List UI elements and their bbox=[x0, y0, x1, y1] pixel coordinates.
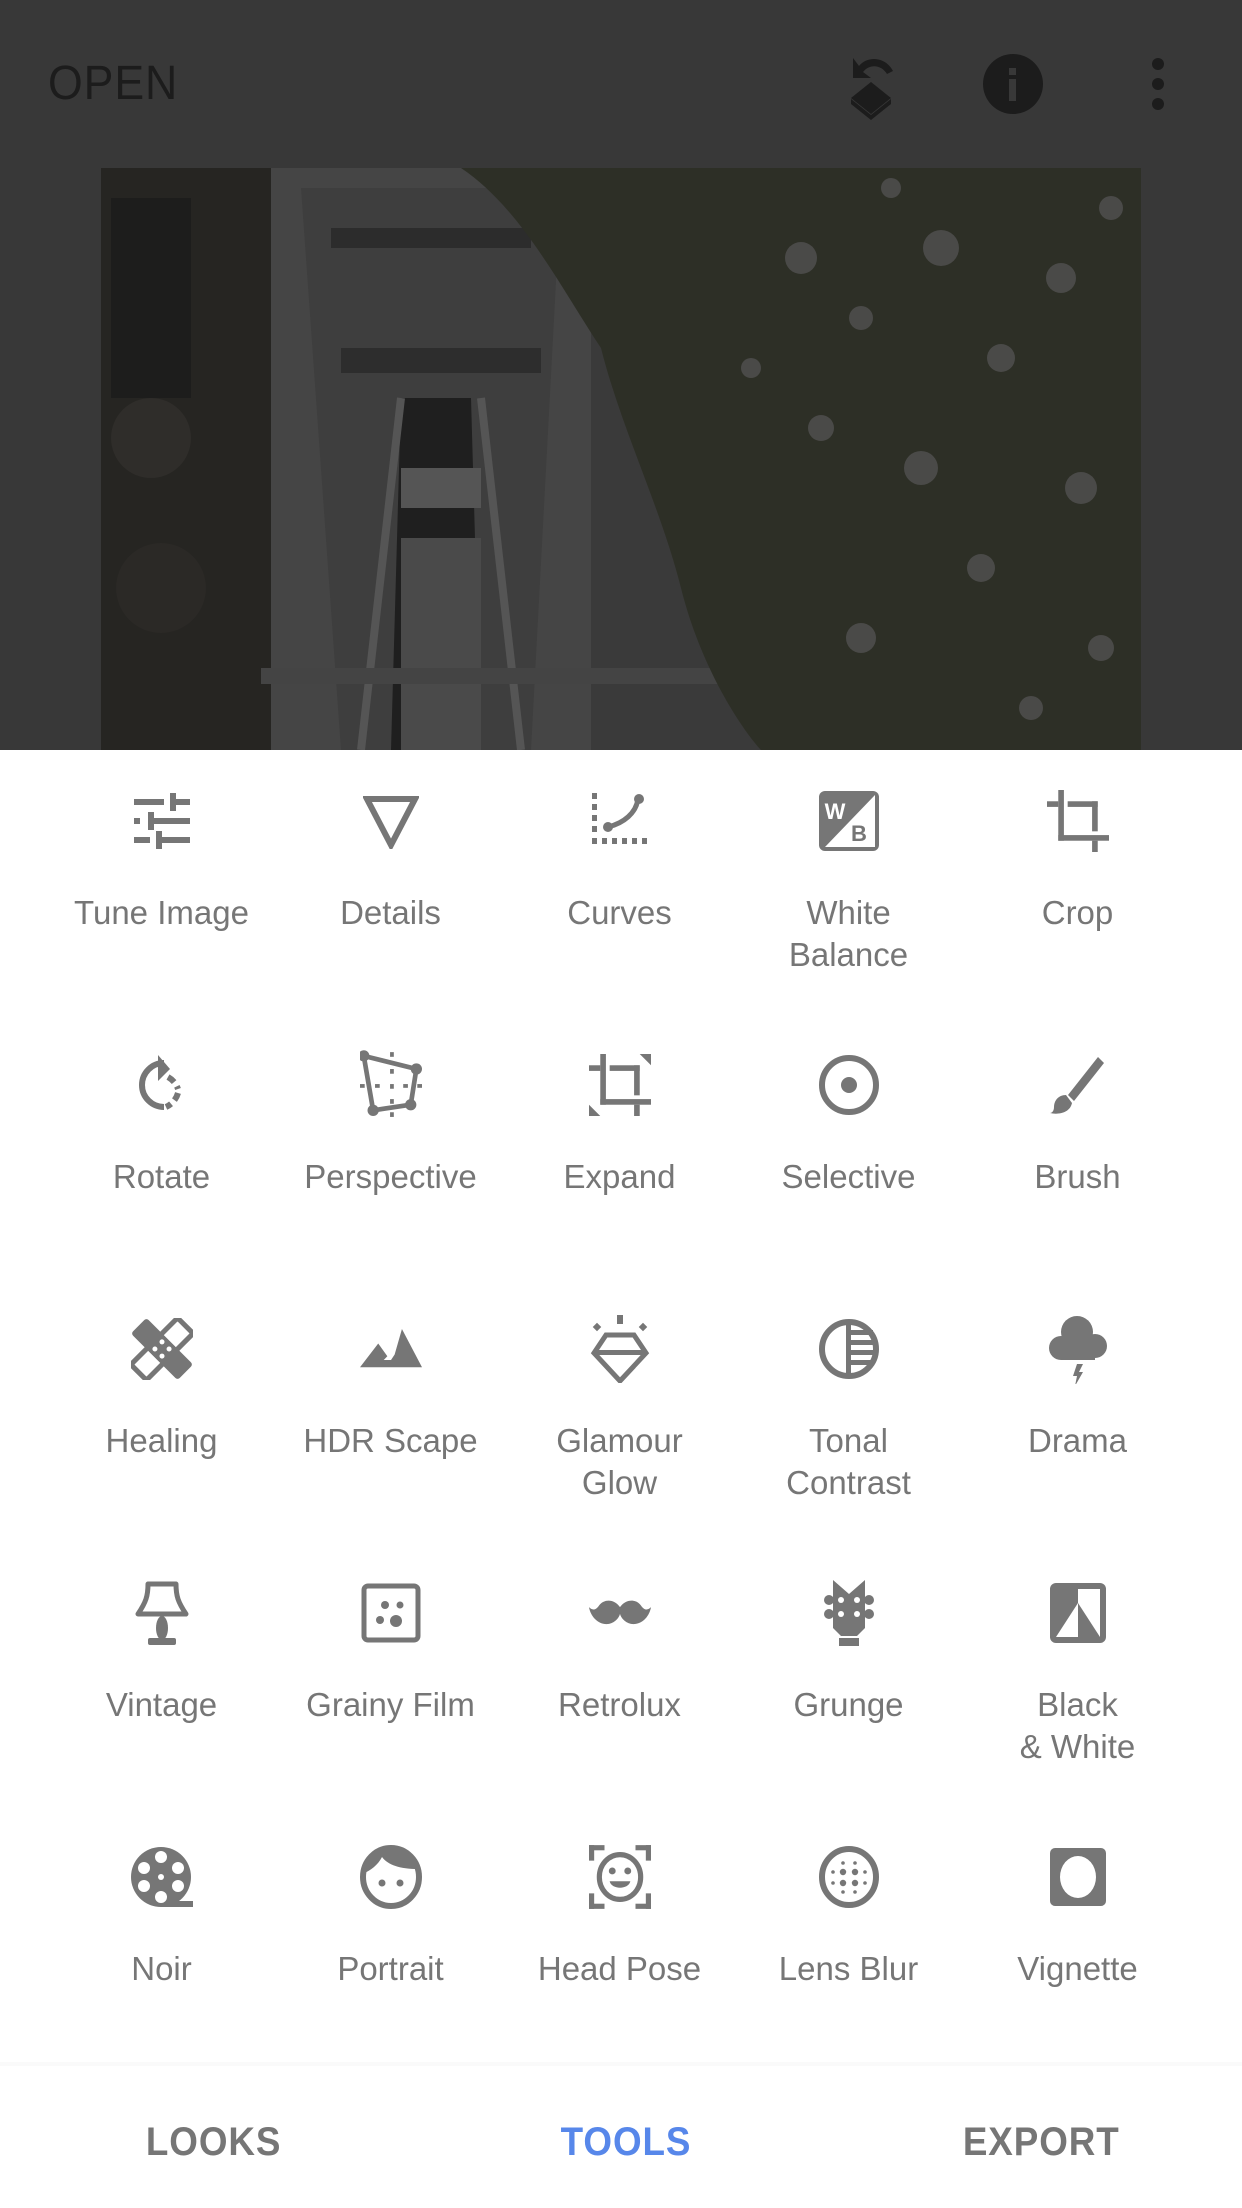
tool-label: Vintage bbox=[105, 1686, 218, 1723]
tool-label: Crop bbox=[1041, 894, 1114, 931]
tool-expand[interactable]: Expand bbox=[505, 1014, 734, 1278]
tool-details[interactable]: Details bbox=[276, 750, 505, 1014]
grunge-icon bbox=[818, 1578, 880, 1648]
top-bar: OPEN bbox=[0, 0, 1242, 168]
tool-label: Retrolux bbox=[558, 1686, 681, 1723]
tonal-contrast-icon bbox=[818, 1314, 880, 1384]
tool-crop[interactable]: Crop bbox=[963, 750, 1192, 1014]
tool-label: White Balance bbox=[788, 894, 909, 973]
svg-text:W: W bbox=[825, 799, 846, 824]
more-options-icon[interactable] bbox=[1122, 48, 1194, 120]
tool-black-white[interactable]: Black & White bbox=[963, 1542, 1192, 1806]
tool-label: Noir bbox=[131, 1950, 192, 1987]
tool-label: Rotate bbox=[112, 1158, 211, 1195]
expand-icon bbox=[589, 1050, 651, 1120]
tool-label: Lens Blur bbox=[778, 1950, 919, 1987]
photo-preview bbox=[101, 168, 1141, 750]
tool-noir[interactable]: Noir bbox=[47, 1806, 276, 2070]
tool-white-balance[interactable]: W B White Balance bbox=[734, 750, 963, 1014]
tool-label: Head Pose bbox=[537, 1950, 702, 1987]
brush-icon bbox=[1047, 1050, 1109, 1120]
vignette-icon bbox=[1047, 1842, 1109, 1912]
tool-label: Black & White bbox=[1019, 1686, 1136, 1765]
curves-icon bbox=[589, 786, 651, 856]
tool-label: Healing bbox=[105, 1422, 218, 1459]
selective-icon bbox=[818, 1050, 880, 1120]
tab-tools[interactable]: TOOLS bbox=[561, 2120, 692, 2165]
tools-panel: Tune Image Details Curves W B White Bala… bbox=[0, 750, 1242, 2062]
tool-label: Tune Image bbox=[74, 894, 249, 931]
rotate-icon bbox=[131, 1050, 193, 1120]
retrolux-icon bbox=[589, 1578, 651, 1648]
healing-icon bbox=[131, 1314, 193, 1384]
white-balance-icon: W B bbox=[818, 786, 880, 856]
undo-stack-icon[interactable] bbox=[835, 48, 907, 120]
info-icon[interactable] bbox=[977, 48, 1049, 120]
tool-vignette[interactable]: Vignette bbox=[963, 1806, 1192, 2070]
tool-label: Selective bbox=[781, 1158, 916, 1195]
tool-curves[interactable]: Curves bbox=[505, 750, 734, 1014]
tool-healing[interactable]: Healing bbox=[47, 1278, 276, 1542]
crop-icon bbox=[1047, 786, 1109, 856]
tool-selective[interactable]: Selective bbox=[734, 1014, 963, 1278]
tool-retrolux[interactable]: Retrolux bbox=[505, 1542, 734, 1806]
tool-label: Vignette bbox=[1017, 1950, 1138, 1987]
tool-label: HDR Scape bbox=[303, 1422, 478, 1459]
vintage-icon bbox=[131, 1578, 193, 1648]
grainy-film-icon bbox=[360, 1578, 422, 1648]
tool-grainy-film[interactable]: Grainy Film bbox=[276, 1542, 505, 1806]
tool-lens-blur[interactable]: Lens Blur bbox=[734, 1806, 963, 2070]
drama-icon bbox=[1047, 1314, 1109, 1384]
bottom-navigation: LOOKS TOOLS EXPORT bbox=[0, 2062, 1242, 2208]
tool-perspective[interactable]: Perspective bbox=[276, 1014, 505, 1278]
tool-rotate[interactable]: Rotate bbox=[47, 1014, 276, 1278]
photo-image bbox=[101, 168, 1141, 750]
lens-blur-icon bbox=[818, 1842, 880, 1912]
noir-icon bbox=[131, 1842, 193, 1912]
tool-label: Portrait bbox=[337, 1950, 444, 1987]
tool-label: Glamour Glow bbox=[556, 1422, 683, 1501]
tool-label: Curves bbox=[567, 894, 672, 931]
tool-label: Grunge bbox=[793, 1686, 904, 1723]
tool-label: Grainy Film bbox=[306, 1686, 475, 1723]
perspective-icon bbox=[360, 1050, 422, 1120]
details-icon bbox=[360, 786, 422, 856]
tool-label: Drama bbox=[1027, 1422, 1128, 1459]
tool-portrait[interactable]: Portrait bbox=[276, 1806, 505, 2070]
tool-label: Perspective bbox=[304, 1158, 477, 1195]
tab-looks[interactable]: LOOKS bbox=[146, 2120, 281, 2165]
tune-icon bbox=[131, 786, 193, 856]
tool-label: Expand bbox=[563, 1158, 676, 1195]
tab-export[interactable]: EXPORT bbox=[963, 2120, 1120, 2165]
tool-label: Brush bbox=[1034, 1158, 1121, 1195]
tool-label: Tonal Contrast bbox=[786, 1422, 911, 1501]
head-pose-icon bbox=[589, 1842, 651, 1912]
glamour-glow-icon bbox=[589, 1314, 651, 1384]
tool-tune-image[interactable]: Tune Image bbox=[47, 750, 276, 1014]
tool-brush[interactable]: Brush bbox=[963, 1014, 1192, 1278]
tool-drama[interactable]: Drama bbox=[963, 1278, 1192, 1542]
tool-head-pose[interactable]: Head Pose bbox=[505, 1806, 734, 2070]
svg-text:B: B bbox=[851, 821, 867, 846]
tool-tonal-contrast[interactable]: Tonal Contrast bbox=[734, 1278, 963, 1542]
tool-glamour-glow[interactable]: Glamour Glow bbox=[505, 1278, 734, 1542]
hdr-scape-icon bbox=[360, 1314, 422, 1384]
tool-label: Details bbox=[340, 894, 441, 931]
tool-grunge[interactable]: Grunge bbox=[734, 1542, 963, 1806]
portrait-icon bbox=[360, 1842, 422, 1912]
open-button[interactable]: OPEN bbox=[48, 56, 178, 111]
tool-hdr-scape[interactable]: HDR Scape bbox=[276, 1278, 505, 1542]
tool-vintage[interactable]: Vintage bbox=[47, 1542, 276, 1806]
black-white-icon bbox=[1047, 1578, 1109, 1648]
